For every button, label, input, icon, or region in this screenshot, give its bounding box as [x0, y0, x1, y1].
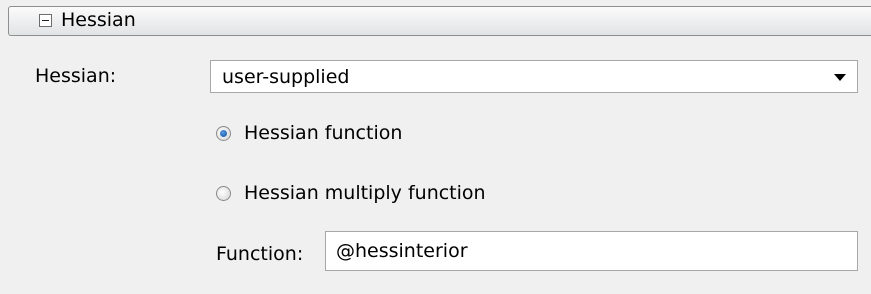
radio-hessian-multiply-function[interactable]: Hessian multiply function [216, 180, 486, 206]
radio-unchecked-icon[interactable] [216, 185, 231, 201]
hessian-label: Hessian: [35, 65, 117, 87]
function-input[interactable] [325, 231, 858, 271]
radio-checked-icon[interactable] [216, 125, 231, 141]
section-title: Hessian [61, 9, 136, 31]
radio-hessian-function[interactable]: Hessian function [216, 120, 402, 146]
radio-hessian-function-label: Hessian function [244, 122, 403, 144]
function-label: Function: [216, 243, 304, 265]
radio-hessian-multiply-function-label: Hessian multiply function [244, 182, 486, 204]
chevron-down-icon[interactable] [834, 74, 846, 81]
hessian-dropdown[interactable]: user-supplied [210, 60, 858, 93]
section-header-hessian[interactable]: Hessian [8, 6, 871, 36]
hessian-dropdown-value: user-supplied [222, 66, 350, 88]
collapse-icon[interactable] [39, 14, 52, 27]
